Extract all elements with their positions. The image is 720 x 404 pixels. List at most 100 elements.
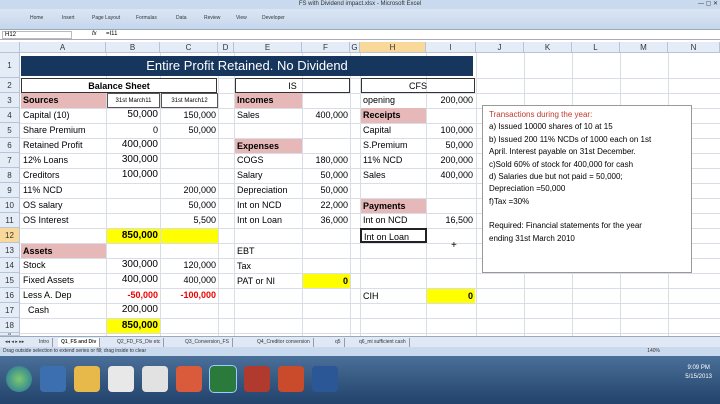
sources-label[interactable]: Sources (21, 93, 106, 108)
col-header-a[interactable]: A (20, 42, 106, 53)
col-header-l[interactable]: L (572, 42, 620, 53)
is-pat-label[interactable]: PAT or NI (235, 274, 302, 288)
name-box[interactable]: H12 (2, 31, 72, 39)
balance-sheet-title[interactable]: Balance Sheet (21, 78, 217, 93)
tab-page-layout[interactable]: Page Layout (92, 15, 120, 21)
row-header-17[interactable]: 17 (0, 303, 20, 318)
bs-asset-label[interactable]: Stock (21, 258, 106, 272)
is-expense-label[interactable]: Depreciation (235, 183, 302, 197)
fx-icon[interactable]: fx (92, 31, 97, 37)
tab-home[interactable]: Home (30, 15, 43, 21)
col-header-n[interactable]: N (668, 42, 720, 53)
bs-row-value-2011[interactable]: 100,000 (107, 168, 160, 182)
bs-asset-value-2011[interactable]: -50,000 (107, 288, 160, 302)
payments-label[interactable]: Payments (361, 199, 426, 213)
folder-icon[interactable] (74, 366, 100, 392)
bs-row-label[interactable]: 11% NCD (21, 183, 106, 197)
is-expense-value[interactable]: 180,000 (303, 153, 350, 167)
cfs-cih-label[interactable]: CIH (361, 289, 426, 303)
is-expense-value[interactable]: 50,000 (303, 183, 350, 197)
cfs-opening-label[interactable]: opening (361, 93, 426, 107)
row-header-9[interactable]: 9 (0, 183, 20, 198)
row-header-14[interactable]: 14 (0, 258, 20, 273)
is-ebt-label[interactable]: EBT (235, 244, 302, 258)
expenses-label[interactable]: Expenses (235, 139, 302, 153)
is-title[interactable]: IS (235, 78, 350, 93)
formula-input[interactable]: =I11 (106, 31, 117, 37)
is-tax-label[interactable]: Tax (235, 259, 302, 273)
row-header-1[interactable]: 1 (0, 53, 20, 78)
bs-col-header-2011[interactable]: 31st March11 (107, 93, 160, 108)
bs-row-value-2012[interactable]: 50,000 (161, 198, 218, 212)
col-header-h[interactable]: H (360, 42, 426, 53)
tab-data[interactable]: Data (176, 15, 187, 21)
cfs-receipt-label[interactable]: S.Premium (361, 138, 426, 152)
sheet-banner[interactable]: Entire Profit Retained. No Dividend (21, 56, 473, 76)
bs-sources-total-2012[interactable] (161, 229, 218, 243)
cfs-opening-value[interactable]: 200,000 (427, 93, 475, 107)
col-header-g[interactable]: G (350, 42, 360, 53)
col-header-m[interactable]: M (620, 42, 668, 53)
col-header-f[interactable]: F (302, 42, 350, 53)
is-expense-label[interactable]: Int on NCD (235, 198, 302, 212)
bs-asset-value-2011[interactable]: 200,000 (107, 303, 160, 317)
is-expense-label[interactable]: Salary (235, 168, 302, 182)
tab-formulas[interactable]: Formulas (136, 15, 157, 21)
is-pat-value[interactable]: 0 (303, 274, 350, 288)
col-header-c[interactable]: C (160, 42, 218, 53)
start-button-icon[interactable] (6, 366, 32, 392)
bs-asset-label[interactable]: Cash (21, 303, 106, 317)
sheet-tab[interactable]: Q2_FD_FS_Div etc (114, 338, 165, 347)
system-clock[interactable]: 9:09 PM 5/15/2013 (685, 364, 712, 382)
bs-row-label[interactable]: Retained Profit (21, 138, 106, 152)
tab-developer[interactable]: Developer (262, 15, 285, 21)
is-expense-label[interactable]: COGS (235, 153, 302, 167)
cfs-payment-label[interactable]: Int on NCD (361, 213, 426, 227)
col-header-d[interactable]: D (218, 42, 234, 53)
row-header-13[interactable]: 13 (0, 243, 20, 258)
row-header-18[interactable]: 18 (0, 318, 20, 333)
zoom-level[interactable]: 140% (647, 347, 660, 356)
is-expense-value[interactable]: 22,000 (303, 198, 350, 212)
col-header-k[interactable]: K (524, 42, 572, 53)
app-icon[interactable] (176, 366, 202, 392)
bs-asset-value-2011[interactable]: 300,000 (107, 258, 160, 272)
bs-asset-value-2012[interactable]: 120,000 (161, 258, 218, 272)
bs-row-label[interactable]: Creditors (21, 168, 106, 182)
sheet-tab[interactable]: Q3_Conversion_FS (182, 338, 233, 347)
tab-insert[interactable]: Insert (62, 15, 75, 21)
bs-col-header-2012[interactable]: 31st March12 (161, 93, 218, 108)
row-header-6[interactable]: 6 (0, 138, 20, 153)
row-header-7[interactable]: 7 (0, 153, 20, 168)
bs-row-label[interactable]: 12% Loans (21, 153, 106, 167)
bs-row-value-2011[interactable]: 300,000 (107, 153, 160, 167)
is-expense-value[interactable]: 36,000 (303, 213, 350, 227)
cfs-receipt-label[interactable]: 11% NCD (361, 153, 426, 167)
row-header-2[interactable]: 2 (0, 78, 20, 93)
tab-nav-arrows-icon[interactable]: ◂◂ ◂ ▸ ▸▸ (2, 338, 27, 347)
select-all-corner[interactable] (0, 42, 20, 53)
row-header-15[interactable]: 15 (0, 273, 20, 288)
bs-row-label[interactable]: OS Interest (21, 213, 106, 227)
is-sales-value[interactable]: 400,000 (303, 108, 350, 122)
bs-row-label[interactable]: Share Premium (21, 123, 106, 137)
row-header-12[interactable]: 12 (0, 228, 20, 243)
cfs-receipt-label[interactable]: Sales (361, 168, 426, 182)
incomes-label[interactable]: Incomes (235, 93, 302, 108)
bs-assets-total-2011[interactable]: 850,000 (107, 319, 160, 333)
chrome-icon[interactable] (142, 366, 168, 392)
sheet-tab[interactable]: Q4_Creditor conversion (254, 338, 314, 347)
row-header-11[interactable]: 11 (0, 213, 20, 228)
bs-row-value-2012[interactable]: 5,500 (161, 213, 218, 227)
bs-row-value-2012[interactable]: 200,000 (161, 183, 218, 197)
bs-asset-value-2012[interactable]: -100,000 (161, 288, 218, 302)
cfs-receipt-value[interactable]: 50,000 (427, 138, 475, 152)
bs-row-value-2012[interactable]: 50,000 (161, 123, 218, 137)
bs-row-value-2011[interactable]: 0 (107, 123, 160, 137)
excel-icon[interactable] (209, 365, 237, 393)
recorder-icon[interactable] (244, 366, 270, 392)
tab-review[interactable]: Review (204, 15, 220, 21)
powerpoint-icon[interactable] (278, 366, 304, 392)
bs-asset-label[interactable]: Fixed Assets (21, 273, 106, 287)
media-player-icon[interactable] (108, 366, 134, 392)
